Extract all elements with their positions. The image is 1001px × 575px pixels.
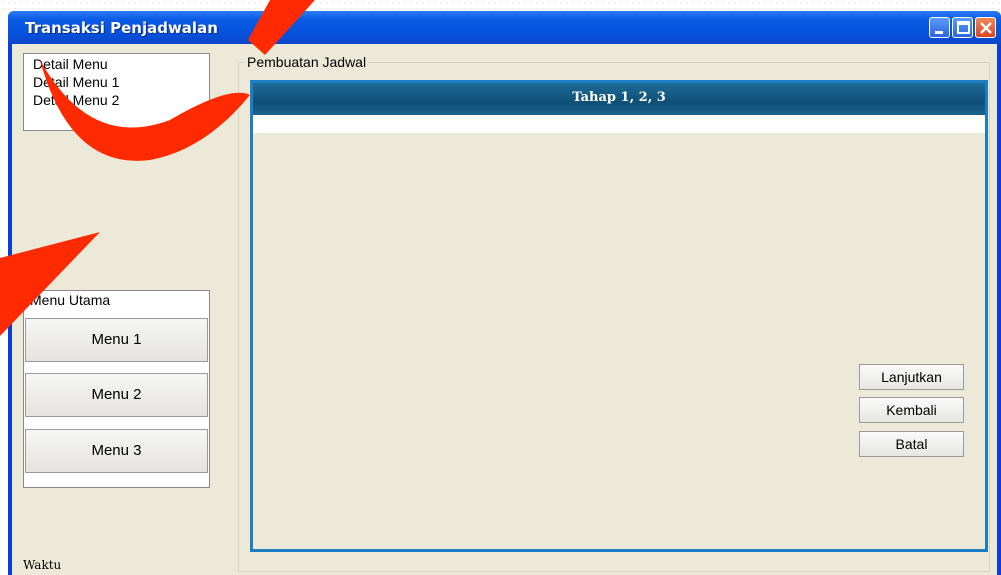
group-legend: Pembuatan Jadwal [245, 54, 369, 70]
menu-3-button[interactable]: Menu 3 [25, 429, 208, 473]
time-label: Waktu [23, 558, 62, 572]
window-title: Transaksi Penjadwalan [25, 19, 218, 37]
title-bar[interactable]: Transaksi Penjadwalan [8, 11, 1001, 44]
back-button[interactable]: Kembali [859, 397, 964, 423]
minimize-icon [935, 31, 943, 34]
close-button[interactable] [975, 17, 996, 38]
next-button[interactable]: Lanjutkan [859, 364, 964, 390]
menu-1-button[interactable]: Menu 1 [25, 318, 208, 362]
minimize-button[interactable] [929, 17, 950, 38]
main-menu-header: Menu Utama [30, 292, 111, 308]
maximize-button[interactable] [952, 17, 973, 38]
wizard-step-title: Tahap 1, 2, 3 [572, 90, 666, 105]
detail-menu-item-2[interactable]: Detail Menu 2 [33, 92, 119, 108]
menu-2-button[interactable]: Menu 2 [25, 373, 208, 417]
maximize-icon [957, 21, 970, 34]
wizard-header: Tahap 1, 2, 3 [253, 83, 985, 115]
window-client-area: Detail Menu Detail Menu 1 Detail Menu 2 … [12, 44, 997, 575]
detail-menu-list: Detail Menu Detail Menu 1 Detail Menu 2 [23, 53, 210, 131]
cancel-button[interactable]: Batal [859, 431, 964, 457]
close-icon [980, 22, 992, 34]
wizard-panel: Tahap 1, 2, 3 Lanjutkan Kembali Batal [250, 80, 988, 552]
detail-menu-item-1[interactable]: Detail Menu 1 [33, 74, 119, 90]
app-window: Transaksi Penjadwalan Detail Menu Detail… [8, 11, 1001, 575]
main-menu-panel: Menu Utama Menu 1 Menu 2 Menu 3 [23, 290, 210, 488]
detail-menu-header: Detail Menu [33, 56, 108, 72]
wizard-subheader [253, 115, 985, 133]
